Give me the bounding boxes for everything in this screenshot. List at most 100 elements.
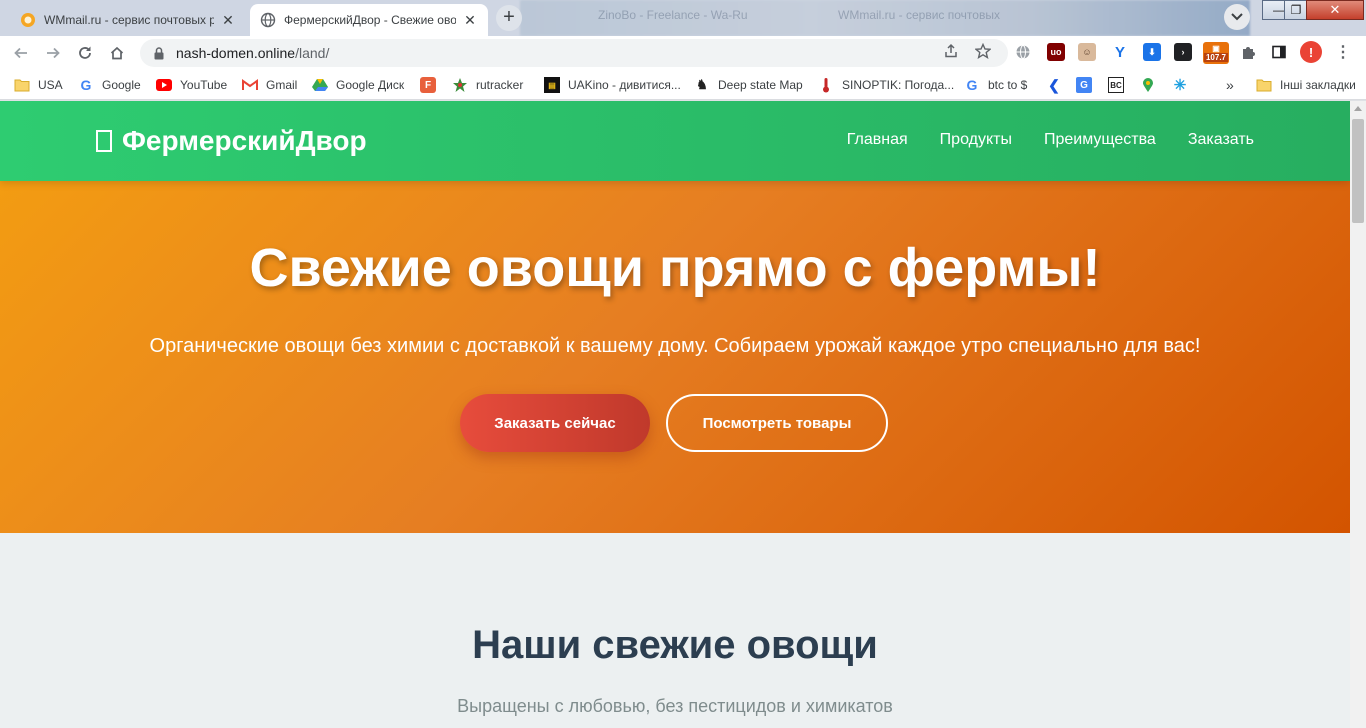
bookmark-google[interactable]: G Google xyxy=(78,75,141,95)
hero-subtitle: Органические овощи без химии с доставкой… xyxy=(149,335,1201,357)
other-bookmarks-folder[interactable]: Інші закладки xyxy=(1256,75,1356,95)
google-icon: G xyxy=(80,77,92,93)
extension-face-icon[interactable]: ☺ xyxy=(1078,43,1096,61)
bookmark-star-icon[interactable] xyxy=(974,42,992,60)
bookmark-uakino[interactable]: ▤ UAKino - дивитися... xyxy=(544,75,681,95)
home-button[interactable] xyxy=(104,40,130,66)
forward-button[interactable] xyxy=(40,40,66,66)
page-scrollbar[interactable] xyxy=(1350,101,1366,728)
arrow-right-icon xyxy=(47,47,60,59)
section-title: Наши свежие овощи xyxy=(472,623,878,667)
bookmark-sparkle[interactable]: ✳ xyxy=(1172,75,1188,95)
close-tab-icon[interactable]: ✕ xyxy=(462,12,478,28)
bookmarks-overflow-button[interactable]: » xyxy=(1226,75,1234,95)
uakino-icon: ▤ xyxy=(544,77,560,93)
radio-extension-badge: 107.7 xyxy=(1203,53,1229,62)
radio-extension-glyph: ▣ xyxy=(1212,44,1220,53)
background-tab-title[interactable]: WMmail.ru - сервис почтовых xyxy=(838,8,1000,28)
bookmark-btc[interactable]: G btc to $ xyxy=(964,75,1028,95)
view-products-button[interactable]: Посмотреть товары xyxy=(666,394,888,452)
address-bar[interactable]: nash-domen.online/land/ xyxy=(140,39,1008,67)
thermometer-icon xyxy=(818,77,834,93)
bookmark-label: Google Диск xyxy=(336,78,405,92)
ublock-icon[interactable]: uo xyxy=(1047,43,1065,61)
arrow-left-icon xyxy=(14,47,27,59)
bookmark-label: Deep state Map xyxy=(718,78,803,92)
tab-fermer[interactable]: ФермерскийДвор - Свежие ово ✕ xyxy=(250,4,488,36)
nav-link-home[interactable]: Главная xyxy=(847,131,908,149)
new-tab-button[interactable]: + xyxy=(496,5,522,31)
bookmark-bc[interactable]: BC xyxy=(1108,75,1124,95)
site-header: ФермерскийДвор Главная Продукты Преимуще… xyxy=(0,101,1350,181)
f-app-icon: F xyxy=(420,77,436,93)
scrollbar-thumb[interactable] xyxy=(1352,119,1364,223)
wmmail-favicon-icon xyxy=(20,12,36,28)
order-now-button[interactable]: Заказать сейчас xyxy=(460,394,650,452)
bookmark-google-drive[interactable]: Google Диск xyxy=(312,75,404,95)
deepstate-icon: ♞ xyxy=(696,77,708,92)
tab-wmmail[interactable]: WMmail.ru - сервис почтовых р ✕ xyxy=(10,4,246,36)
translate-icon: G xyxy=(1076,77,1092,93)
nav-link-order[interactable]: Заказать xyxy=(1188,131,1254,149)
tab-title: ФермерскийДвор - Свежие ово xyxy=(284,13,456,27)
side-panel-icon[interactable] xyxy=(1270,43,1288,61)
hero-section: Свежие овощи прямо с фермы! Органические… xyxy=(0,181,1350,533)
bookmark-deepstate[interactable]: ♞ Deep state Map xyxy=(694,75,803,95)
site-logo[interactable]: ФермерскийДвор xyxy=(96,125,367,157)
folder-icon xyxy=(14,77,30,93)
bookmark-gmail[interactable]: Gmail xyxy=(242,75,297,95)
bookmark-f-app[interactable]: F xyxy=(420,75,436,95)
blue-arrow-icon: ❮ xyxy=(1048,76,1060,93)
map-pin-icon xyxy=(1140,77,1156,93)
lock-icon[interactable] xyxy=(152,46,166,60)
scroll-up-arrow-icon[interactable] xyxy=(1354,106,1362,111)
chevron-down-icon xyxy=(1231,13,1243,21)
tab-search-button[interactable] xyxy=(1224,4,1250,30)
bookmark-maps[interactable] xyxy=(1140,75,1156,95)
bookmark-translate[interactable]: G xyxy=(1076,75,1092,95)
bookmarks-bar: USA G Google YouTube Gmail Google Диск F… xyxy=(0,70,1366,100)
bookmark-label: SINOPTIK: Погода... xyxy=(842,78,955,92)
extension-arrow-icon[interactable]: › xyxy=(1174,43,1192,61)
url-path: /land/ xyxy=(295,45,330,61)
bookmark-label: rutracker xyxy=(476,78,524,92)
back-button[interactable] xyxy=(8,40,34,66)
bookmark-label: Інші закладки xyxy=(1280,78,1356,92)
chrome-menu-icon[interactable]: ⋮ xyxy=(1334,43,1352,61)
bookmark-label: Gmail xyxy=(266,78,298,92)
background-tab-title[interactable]: ZinoBo - Freelance - Wa-Ru xyxy=(598,8,748,28)
bookmark-usa[interactable]: USA xyxy=(14,75,63,95)
extension-globe-icon[interactable] xyxy=(1014,43,1032,61)
logo-placeholder-icon xyxy=(96,130,112,152)
section-subtitle: Выращены с любовью, без пестицидов и хим… xyxy=(457,696,893,716)
bookmark-label: btc to $ xyxy=(988,78,1028,92)
bookmark-blue-arrow[interactable]: ❮ xyxy=(1046,75,1062,95)
extension-y-icon[interactable]: Y xyxy=(1111,43,1129,61)
folder-icon xyxy=(1256,77,1272,93)
reload-icon xyxy=(79,46,91,59)
bc-icon: BC xyxy=(1108,77,1124,93)
profile-avatar[interactable]: ! xyxy=(1300,41,1322,63)
radio-extension-icon[interactable]: ▣ 107.7 xyxy=(1203,42,1229,64)
bookmark-rutracker[interactable]: rutracker xyxy=(452,75,523,95)
download-extension-icon[interactable]: ⬇ xyxy=(1143,43,1161,61)
close-tab-icon[interactable]: ✕ xyxy=(220,12,236,28)
nav-link-products[interactable]: Продукты xyxy=(940,131,1012,149)
google-drive-icon xyxy=(312,77,328,93)
bookmark-youtube[interactable]: YouTube xyxy=(156,75,227,95)
window-close-button[interactable]: ✕ xyxy=(1306,0,1364,20)
nav-link-benefits[interactable]: Преимущества xyxy=(1044,131,1156,149)
browser-toolbar: nash-domen.online/land/ uo ☺ Y ⬇ › ▣ 107… xyxy=(0,36,1366,70)
bookmark-sinoptik[interactable]: SINOPTIK: Погода... xyxy=(818,75,954,95)
gmail-icon xyxy=(242,77,258,93)
url-host: nash-domen.online xyxy=(176,45,296,61)
logo-text: ФермерскийДвор xyxy=(122,125,367,156)
share-icon[interactable] xyxy=(942,42,960,60)
tab-strip: ZinoBo - Freelance - Wa-Ru WMmail.ru - с… xyxy=(0,0,1366,36)
sparkle-icon: ✳ xyxy=(1173,77,1187,94)
globe-icon xyxy=(260,12,276,28)
reload-button[interactable] xyxy=(72,40,98,66)
bookmark-label: UAKino - дивитися... xyxy=(568,78,681,92)
maximize-button[interactable]: ❐ xyxy=(1284,0,1308,20)
extensions-puzzle-icon[interactable] xyxy=(1239,43,1257,61)
